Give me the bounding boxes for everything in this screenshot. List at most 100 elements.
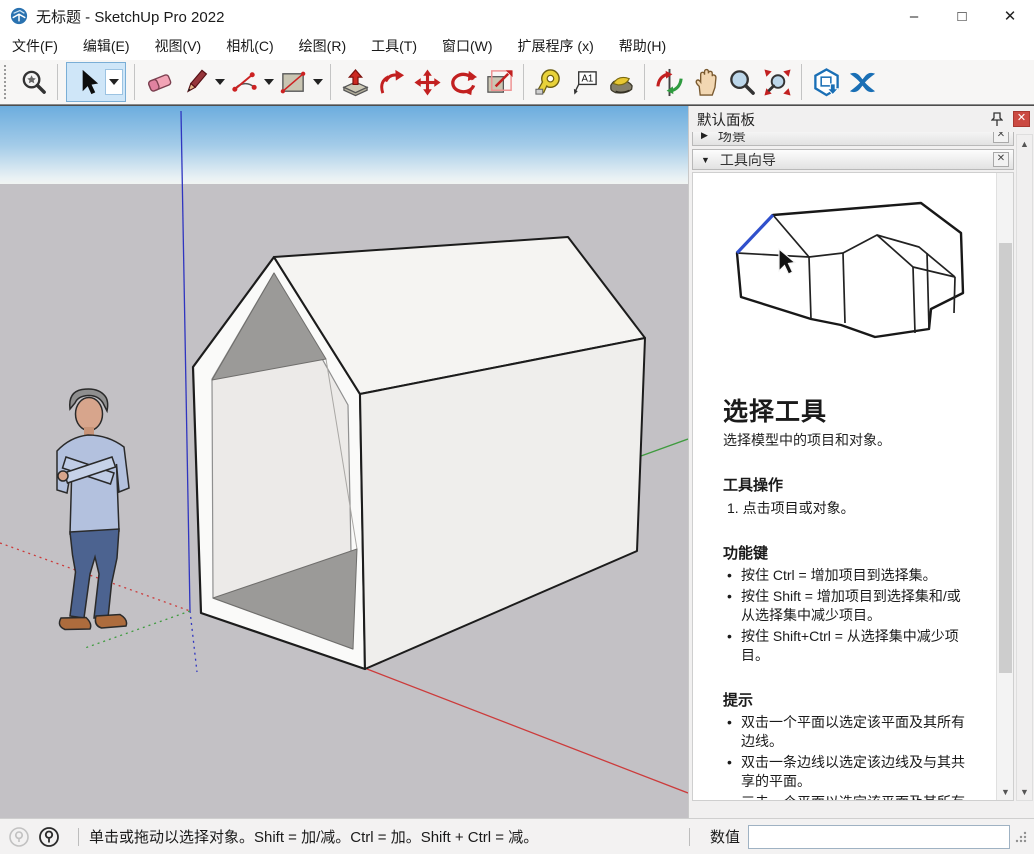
line-dropdown[interactable] bbox=[213, 63, 226, 101]
rectangle-dropdown[interactable] bbox=[311, 63, 324, 101]
close-button[interactable]: ✕ bbox=[986, 0, 1034, 32]
modifier-item: 按住 Ctrl = 增加项目到选择集。 bbox=[723, 566, 971, 585]
modifier-item: 按住 Shift = 增加项目到选择集和/或从选择集中减少项目。 bbox=[723, 587, 971, 625]
instructor-section-label: 工具向导 bbox=[720, 150, 776, 170]
instructor-content: 选择工具 选择模型中的项目和对象。 工具操作 1. 点击项目或对象。 功能键 按… bbox=[692, 172, 1014, 801]
line-icon bbox=[181, 68, 210, 97]
select-tool-group bbox=[66, 62, 126, 102]
menu-help[interactable]: 帮助(H) bbox=[619, 36, 666, 56]
measurements-input[interactable] bbox=[748, 825, 1010, 849]
push-pull-button[interactable] bbox=[337, 63, 373, 101]
move-icon bbox=[413, 68, 442, 97]
follow-me-icon bbox=[377, 68, 406, 97]
pan-button[interactable] bbox=[687, 63, 723, 101]
menu-draw[interactable]: 绘图(R) bbox=[299, 36, 346, 56]
modifier-list: 按住 Ctrl = 增加项目到选择集。 按住 Shift = 增加项目到选择集和… bbox=[723, 566, 971, 665]
instructor-section-bar[interactable]: ▼ 工具向导 ✕ bbox=[692, 149, 1014, 170]
extension-warehouse-button[interactable] bbox=[844, 63, 880, 101]
rotate-icon bbox=[449, 68, 478, 97]
tip-item: 双击一个平面以选定该平面及其所有边线。 bbox=[723, 713, 971, 751]
app-logo-icon bbox=[10, 7, 28, 25]
statusbar: 单击或拖动以选择对象。Shift = 加/减。Ctrl = 加。Shift + … bbox=[0, 818, 1034, 854]
select-button[interactable] bbox=[69, 63, 105, 101]
scale-button[interactable] bbox=[481, 63, 517, 101]
select-tool-illustration-icon bbox=[723, 193, 973, 353]
modifier-item: 按住 Shift+Ctrl = 从选择集中减少项目。 bbox=[723, 627, 971, 665]
resize-grip[interactable] bbox=[1014, 830, 1028, 844]
menu-view[interactable]: 视图(V) bbox=[155, 36, 202, 56]
toolbar-separator bbox=[134, 64, 135, 100]
push-pull-icon bbox=[341, 68, 370, 97]
svg-text:A1: A1 bbox=[581, 73, 593, 84]
follow-me-button[interactable] bbox=[373, 63, 409, 101]
move-button[interactable] bbox=[409, 63, 445, 101]
instructor-scrollbar[interactable]: ▼ bbox=[996, 173, 1013, 800]
orbit-button[interactable] bbox=[651, 63, 687, 101]
modeling-viewport[interactable] bbox=[0, 106, 688, 818]
scroll-down-icon[interactable]: ▼ bbox=[997, 783, 1014, 800]
eraser-icon bbox=[145, 68, 174, 97]
zoom-window-icon bbox=[19, 68, 48, 97]
select-dropdown[interactable] bbox=[105, 69, 123, 95]
select-icon bbox=[73, 68, 102, 97]
sketchup-window: 无标题 - SketchUp Pro 2022 – □ ✕ 文件(F) 编辑(E… bbox=[0, 0, 1034, 854]
pin-icon[interactable] bbox=[987, 109, 1007, 129]
zoom-window-button[interactable] bbox=[15, 63, 51, 101]
scenes-section-bar[interactable]: ▶ 场景 ✕ bbox=[692, 132, 1014, 146]
instructor-close-button[interactable]: ✕ bbox=[993, 152, 1009, 167]
tip-item: 三击一个平面以选定该平面及其所有边线。 bbox=[723, 793, 971, 801]
maximize-button[interactable]: □ bbox=[938, 0, 986, 32]
menubar: 文件(F) 编辑(E) 视图(V) 相机(C) 绘图(R) 工具(T) 窗口(W… bbox=[0, 32, 1034, 60]
tape-measure-icon bbox=[534, 68, 563, 97]
paint-bucket-button[interactable] bbox=[602, 63, 638, 101]
get-models-button[interactable] bbox=[808, 63, 844, 101]
rotate-button[interactable] bbox=[445, 63, 481, 101]
instructor-doc-title: 选择工具 bbox=[723, 392, 971, 428]
operation-step: 1. 点击项目或对象。 bbox=[723, 498, 971, 518]
text-icon: A1 bbox=[570, 68, 599, 97]
line-tool-button[interactable] bbox=[177, 63, 213, 101]
credit-info-icon[interactable] bbox=[38, 826, 60, 848]
instructor-illustration bbox=[723, 193, 1013, 356]
instructor-doc-subtitle: 选择模型中的项目和对象。 bbox=[723, 430, 971, 450]
arc-icon bbox=[230, 68, 259, 97]
tape-measure-button[interactable] bbox=[530, 63, 566, 101]
tips-heading: 提示 bbox=[723, 689, 971, 710]
toolbar-separator bbox=[644, 64, 645, 100]
menu-tools[interactable]: 工具(T) bbox=[371, 36, 417, 56]
menu-window[interactable]: 窗口(W) bbox=[442, 36, 493, 56]
scroll-up-icon[interactable]: ▲ bbox=[1017, 135, 1032, 152]
claim-credit-icon[interactable] bbox=[8, 826, 30, 848]
scroll-down-icon[interactable]: ▼ bbox=[1017, 783, 1032, 800]
menu-extensions[interactable]: 扩展程序 (x) bbox=[518, 36, 594, 56]
rectangle-icon bbox=[279, 68, 308, 97]
toolbar-drag-handle[interactable] bbox=[4, 65, 11, 99]
scenes-section-label: 场景 bbox=[718, 132, 746, 146]
text-tool-button[interactable]: A1 bbox=[566, 63, 602, 101]
minimize-button[interactable]: – bbox=[890, 0, 938, 32]
statusbar-separator bbox=[689, 828, 690, 846]
get-models-icon bbox=[812, 68, 841, 97]
expander-arrow-icon[interactable]: ▼ bbox=[701, 155, 710, 165]
rectangle-tool-button[interactable] bbox=[275, 63, 311, 101]
menu-edit[interactable]: 编辑(E) bbox=[83, 36, 130, 56]
menu-camera[interactable]: 相机(C) bbox=[226, 36, 273, 56]
measurements-label: 数值 bbox=[710, 826, 740, 847]
expander-arrow-icon[interactable]: ▶ bbox=[701, 132, 708, 141]
arc-dropdown[interactable] bbox=[262, 63, 275, 101]
tips-list: 双击一个平面以选定该平面及其所有边线。 双击一条边线以选定该边线及与其共享的平面… bbox=[723, 713, 971, 801]
toolbar-separator bbox=[330, 64, 331, 100]
panel-close-button[interactable]: ✕ bbox=[1013, 111, 1030, 127]
sky bbox=[0, 106, 688, 184]
zoom-button[interactable] bbox=[723, 63, 759, 101]
scrollbar-thumb[interactable] bbox=[999, 243, 1012, 673]
scenes-close-button[interactable]: ✕ bbox=[993, 132, 1009, 143]
panel-scrollbar[interactable]: ▲ ▼ bbox=[1016, 134, 1033, 801]
eraser-button[interactable] bbox=[141, 63, 177, 101]
paint-bucket-icon bbox=[606, 68, 635, 97]
scale-icon bbox=[485, 68, 514, 97]
zoom-extents-button[interactable] bbox=[759, 63, 795, 101]
arc-tool-button[interactable] bbox=[226, 63, 262, 101]
toolbar-separator bbox=[57, 64, 58, 100]
menu-file[interactable]: 文件(F) bbox=[12, 36, 58, 56]
